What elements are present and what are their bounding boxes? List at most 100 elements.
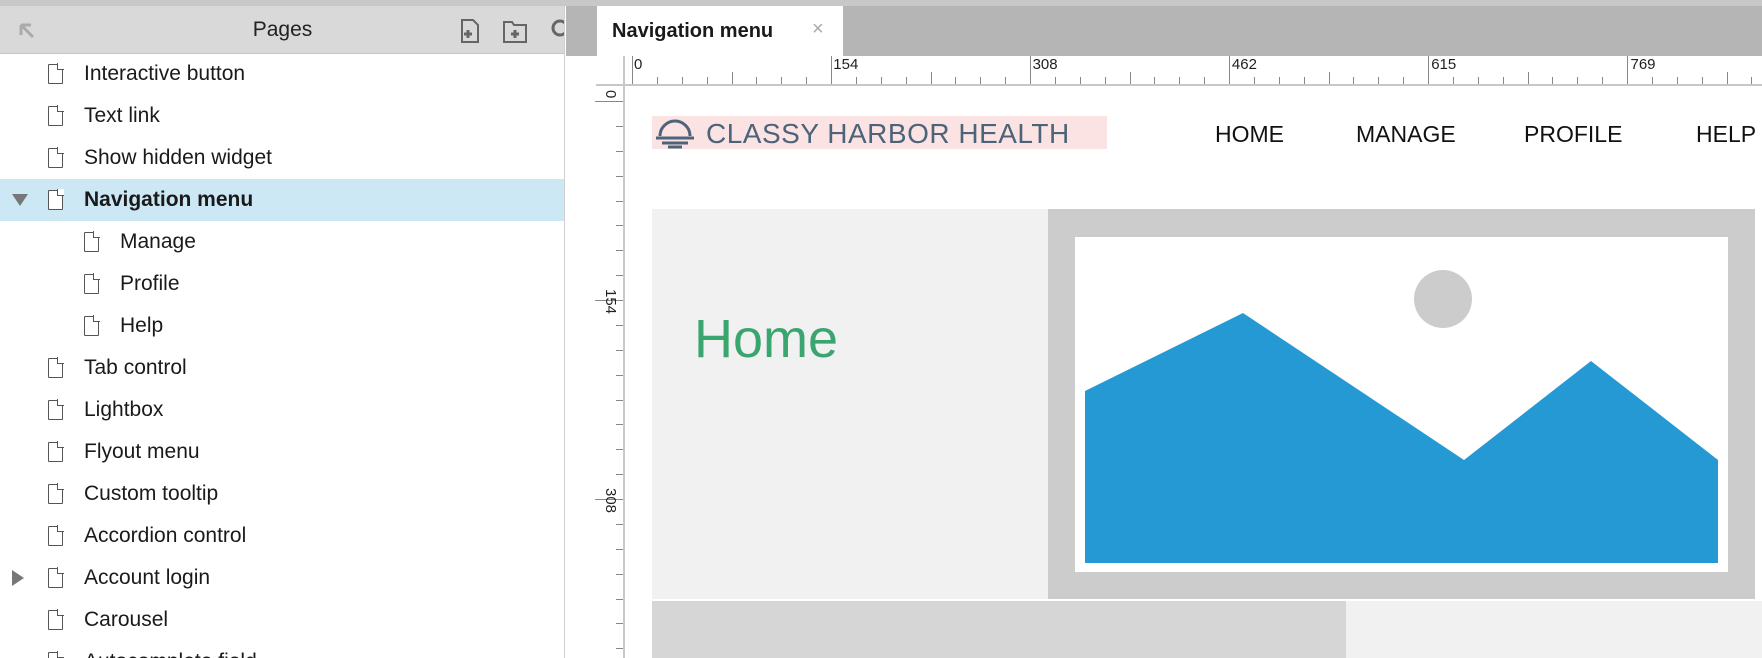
image-placeholder (1075, 237, 1728, 572)
ruler-tick (1651, 77, 1653, 84)
add-page-icon[interactable] (456, 18, 482, 44)
ruler-label: 154 (602, 289, 619, 315)
sun-shape (1414, 270, 1472, 328)
page-item[interactable]: Text link (0, 104, 564, 127)
page-item[interactable]: Interactive button (0, 62, 564, 85)
ruler-tick (1253, 77, 1255, 84)
ruler-tick (706, 77, 708, 84)
ruler-tick (1104, 77, 1106, 84)
ruler-label: 0 (602, 90, 619, 99)
page-item-label: Tab control (84, 356, 187, 379)
page-item-label: Help (120, 314, 164, 337)
page-item[interactable]: Carousel (0, 608, 564, 631)
page-icon (48, 609, 64, 630)
ruler-tick (1030, 56, 1031, 84)
ruler-tick (1079, 77, 1081, 84)
expand-arrow-icon[interactable] (12, 194, 28, 206)
logo[interactable]: CLASSY HARBOR HEALTH (652, 116, 1107, 149)
page-item-label: Custom tooltip (84, 482, 219, 505)
ruler-tick (616, 250, 623, 252)
ruler-tick (616, 424, 623, 426)
ruler-tick (1452, 77, 1454, 84)
page-item-label: Account login (84, 566, 211, 589)
ruler-tick (1552, 77, 1554, 84)
ruler-tick (1328, 72, 1330, 84)
collapse-arrow-icon[interactable] (12, 570, 24, 586)
page-item[interactable]: Custom tooltip (0, 482, 564, 505)
ruler-tick (616, 175, 623, 177)
ruler-tick (681, 77, 683, 84)
page-item-label: Flyout menu (84, 440, 200, 463)
page-icon (48, 357, 64, 378)
hero-text-panel (652, 209, 1048, 599)
mountain-shape (1085, 313, 1718, 563)
design-canvas[interactable]: CLASSY HARBOR HEALTH HOME MANAGE PROFILE… (627, 88, 1762, 658)
ruler-tick (1527, 72, 1529, 84)
ruler-tick (1154, 77, 1156, 84)
ruler-tick (616, 150, 623, 152)
ruler-label: 308 (602, 488, 619, 514)
pages-panel: Pages Interactive button Text link Show hi… (0, 6, 565, 658)
ruler-tick (1751, 77, 1753, 84)
page-item[interactable]: Account login (0, 566, 564, 589)
ruler-tick (1204, 77, 1206, 84)
ruler-tick (616, 399, 623, 401)
ruler-tick (1229, 56, 1230, 84)
page-item-label: Carousel (84, 608, 169, 631)
nav-manage[interactable]: MANAGE (1356, 121, 1456, 148)
content-block (1346, 601, 1762, 658)
ruler-tick (616, 225, 623, 227)
ruler-tick (656, 77, 658, 84)
ruler-tick (1428, 56, 1429, 84)
ruler-tick (1054, 77, 1056, 84)
page-item-label: Text link (84, 104, 160, 127)
page-icon (84, 231, 100, 252)
page-item[interactable]: Profile (0, 273, 564, 295)
page-item[interactable]: Help (0, 314, 564, 337)
page-item[interactable]: Tab control (0, 356, 564, 379)
nav-profile[interactable]: PROFILE (1524, 121, 1622, 148)
ruler-tick (616, 449, 623, 451)
page-icon (48, 651, 64, 658)
page-item[interactable]: Flyout menu (0, 440, 564, 463)
ruler-tick (616, 598, 623, 600)
ruler-tick (616, 349, 623, 351)
hero-title: Home (694, 309, 839, 369)
ruler-tick (1477, 77, 1479, 84)
page-icon (48, 399, 64, 420)
add-folder-icon[interactable] (502, 18, 528, 44)
landscape-image-icon (1085, 270, 1718, 563)
ruler-tick (980, 77, 982, 84)
page-item[interactable]: Lightbox (0, 399, 564, 421)
ruler-tick (616, 275, 623, 277)
vertical-ruler: 0 154 308 (595, 86, 625, 658)
page-item-label: Autocomplete field (84, 651, 257, 658)
ruler-tick (1726, 72, 1728, 84)
ruler-tick (781, 77, 783, 84)
page-item[interactable]: Autocomplete field (0, 651, 564, 658)
nav-help[interactable]: HELP (1696, 121, 1756, 148)
ruler-tick (1701, 77, 1703, 84)
page-item[interactable]: Accordion control (0, 525, 564, 547)
page-item-label: Interactive button (84, 62, 246, 85)
ruler-tick (1179, 77, 1181, 84)
ruler-tick (1278, 77, 1280, 84)
ruler-tick (1403, 77, 1405, 84)
page-icon (48, 147, 64, 168)
page-item[interactable]: Manage (0, 231, 564, 253)
search-icon[interactable] (550, 18, 565, 44)
page-item[interactable]: Navigation menu (0, 189, 564, 211)
ruler-corner (596, 56, 625, 86)
ruler-tick (616, 548, 623, 550)
ruler-tick (1502, 77, 1504, 84)
page-item[interactable]: Show hidden widget (0, 147, 564, 169)
ruler-tick (1676, 77, 1678, 84)
page-icon (48, 105, 64, 126)
ruler-label: 615 (1431, 56, 1457, 73)
nav-home[interactable]: HOME (1215, 121, 1284, 148)
ruler-tick (1129, 72, 1131, 84)
logo-sun-icon (652, 116, 700, 149)
ruler-tick (1005, 77, 1007, 84)
pages-panel-header: Pages (0, 6, 565, 54)
tab-close-icon[interactable]: × (812, 18, 824, 41)
